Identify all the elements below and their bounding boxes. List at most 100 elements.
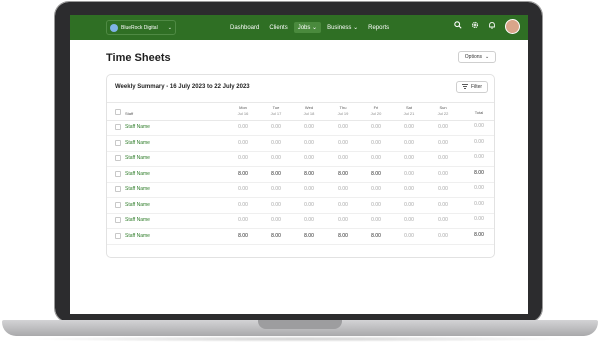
day-name: Sat [405, 105, 412, 110]
table-row[interactable]: Staff Name 8.00 8.00 8.00 8.00 8.00 0.00 0.00 8.… [107, 229, 494, 245]
hours-cell: 0.00 [338, 139, 348, 146]
hours-cell: 0.00 [271, 186, 281, 192]
column-header-thu: Thu Jul 19 [328, 105, 358, 116]
hours-cell: 0.00 [438, 186, 448, 192]
nav-item-jobs[interactable]: Jobs ⌄ [293, 22, 322, 33]
column-header-sat: Sat Jul 21 [394, 105, 424, 116]
column-header-staff: Staff [125, 111, 134, 116]
chevron-down-icon: ⌄ [485, 54, 490, 60]
hours-cell: 0.00 [304, 201, 314, 208]
day-name: Tue [272, 105, 280, 110]
staff-name-link[interactable]: Staff Name [125, 186, 150, 192]
hours-cell: 8.00 [271, 170, 281, 177]
laptop-notch [258, 320, 342, 329]
hours-cell: 0.00 [438, 170, 448, 177]
day-name: Thu [339, 105, 347, 110]
filter-button[interactable]: Filter [456, 81, 488, 93]
hours-cell: 0.00 [438, 124, 448, 130]
column-header-tue: Tue Jul 17 [261, 105, 291, 116]
total-cell: 0.00 [474, 200, 484, 207]
row-checkbox[interactable] [115, 186, 121, 192]
table-row[interactable]: Staff Name 0.00 0.00 0.00 0.00 0.00 0.00 0.00 0.… [107, 120, 494, 136]
hours-cell: 0.00 [304, 124, 314, 130]
row-checkbox[interactable] [115, 217, 121, 223]
staff-name-link[interactable]: Staff Name [125, 202, 150, 208]
column-header-wed: Wed Jul 18 [294, 105, 324, 116]
day-name: Sun [439, 105, 447, 110]
hours-cell: 8.00 [338, 232, 348, 239]
hours-cell: 0.00 [304, 186, 314, 192]
staff-name-link[interactable]: Staff Name [125, 217, 150, 223]
staff-name-link[interactable]: Staff Name [125, 155, 150, 161]
table-row[interactable]: Staff Name 8.00 8.00 8.00 8.00 8.00 0.00 0.00 8.… [107, 167, 494, 183]
hours-cell: 8.00 [238, 170, 248, 177]
hours-cell: 0.00 [404, 186, 414, 192]
table-row[interactable]: Staff Name 0.00 0.00 0.00 0.00 0.00 0.00 0.00 0.… [107, 182, 494, 198]
hours-cell: 0.00 [371, 124, 381, 130]
day-date: Jul 18 [303, 111, 315, 116]
hours-cell: 0.00 [238, 124, 248, 130]
hours-cell: 8.00 [271, 232, 281, 239]
hours-cell: 0.00 [404, 170, 414, 177]
hours-cell: 0.00 [271, 124, 281, 130]
hours-cell: 0.00 [438, 139, 448, 146]
total-cell: 0.00 [474, 216, 484, 222]
hours-cell: 8.00 [371, 170, 381, 177]
day-date: Jul 16 [237, 111, 249, 116]
hours-cell: 0.00 [304, 155, 314, 161]
total-cell: 8.00 [474, 231, 484, 238]
day-date: Jul 17 [270, 111, 282, 116]
hours-cell: 0.00 [338, 124, 348, 130]
hours-cell: 0.00 [371, 186, 381, 192]
bell-icon[interactable] [488, 21, 496, 32]
table-row[interactable]: Staff Name 0.00 0.00 0.00 0.00 0.00 0.00 0.00 0.… [107, 136, 494, 152]
table-row[interactable]: Staff Name 0.00 0.00 0.00 0.00 0.00 0.00 0.00 0.… [107, 213, 494, 229]
hours-cell: 0.00 [404, 201, 414, 208]
total-cell: 0.00 [474, 185, 484, 191]
hours-cell: 8.00 [238, 232, 248, 239]
day-date: Jul 20 [370, 111, 382, 116]
total-cell: 0.00 [474, 154, 484, 160]
staff-name-link[interactable]: Staff Name [125, 124, 150, 130]
row-checkbox[interactable] [115, 139, 121, 146]
hours-cell: 0.00 [404, 217, 414, 223]
row-checkbox[interactable] [115, 232, 121, 239]
hours-cell: 0.00 [238, 186, 248, 192]
column-header-sun: Sun Jul 22 [428, 105, 458, 116]
avatar[interactable] [505, 19, 520, 34]
nav-item-clients[interactable]: Clients [265, 23, 291, 33]
search-icon[interactable] [454, 21, 462, 32]
hours-cell: 0.00 [404, 124, 414, 130]
weekly-summary-card: Weekly Summary - 16 July 2023 to 22 July… [106, 74, 495, 258]
nav-item-reports[interactable]: Reports [364, 23, 393, 33]
nav-actions [454, 19, 520, 34]
select-all-checkbox[interactable] [115, 109, 121, 115]
staff-name-link[interactable]: Staff Name [125, 233, 150, 239]
row-checkbox[interactable] [115, 155, 121, 161]
hours-cell: 0.00 [338, 155, 348, 161]
hours-cell: 0.00 [371, 155, 381, 161]
table-row[interactable]: Staff Name 0.00 0.00 0.00 0.00 0.00 0.00 0.00 0.… [107, 198, 494, 214]
options-button[interactable]: Options ⌄ [458, 51, 496, 63]
column-header-fri: Fri Jul 20 [361, 105, 391, 116]
nav-item-business[interactable]: Business ⌄ [323, 22, 362, 33]
table-row[interactable]: Staff Name 0.00 0.00 0.00 0.00 0.00 0.00 0.00 0.… [107, 151, 494, 167]
total-cell: 8.00 [474, 169, 484, 176]
nav-item-dashboard[interactable]: Dashboard [226, 23, 263, 33]
gear-icon[interactable] [471, 21, 479, 32]
filter-label: Filter [470, 84, 483, 90]
staff-name-link[interactable]: Staff Name [125, 140, 150, 146]
day-date: Jul 19 [337, 111, 349, 116]
hours-cell: 0.00 [238, 201, 248, 208]
hours-cell: 0.00 [338, 186, 348, 192]
org-switcher[interactable]: BlueRock Digital ⌄ [106, 20, 176, 35]
hours-cell: 0.00 [371, 139, 381, 146]
staff-name-link[interactable]: Staff Name [125, 171, 150, 177]
row-checkbox[interactable] [115, 201, 121, 208]
app-screen: BlueRock Digital ⌄ Dashboard Clients Jobs … [70, 15, 528, 314]
hours-cell: 0.00 [271, 155, 281, 161]
row-checkbox[interactable] [115, 170, 121, 177]
hours-cell: 8.00 [338, 170, 348, 177]
row-checkbox[interactable] [115, 124, 121, 130]
hours-cell: 0.00 [438, 232, 448, 239]
